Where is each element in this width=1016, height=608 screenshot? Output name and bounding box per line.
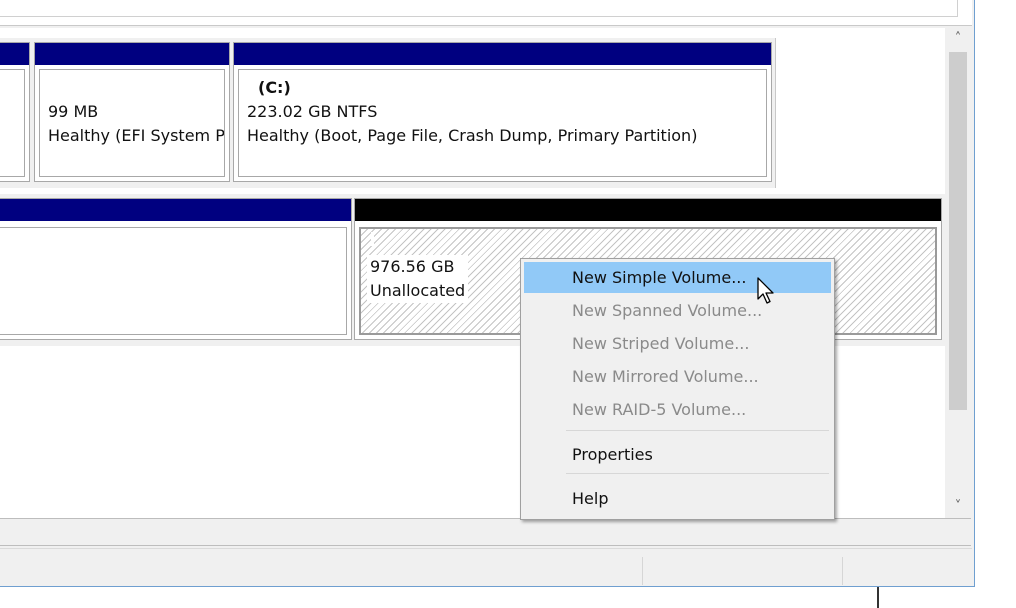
- efi-partition-size: 99 MB: [48, 102, 99, 121]
- partition-body: [0, 227, 347, 335]
- menu-separator: [566, 473, 829, 474]
- efi-partition-block[interactable]: 99 MB Healthy (EFI System Pa: [34, 42, 230, 182]
- screen: 99 MB Healthy (EFI System Pa (C:) 223.02…: [0, 0, 1016, 608]
- unallocated-label-box: 976.56 GB Unallocated: [367, 255, 469, 303]
- partition-body: 99 MB Healthy (EFI System Pa: [39, 69, 225, 177]
- scrollbar-thumb[interactable]: [949, 52, 967, 410]
- efi-partition-status: Healthy (EFI System Pa: [48, 126, 225, 145]
- unallocated-size: 976.56 GB: [370, 257, 455, 276]
- unallocated-context-menu: New Simple Volume... New Spanned Volume.…: [520, 258, 835, 520]
- unallocated-type-bar: [355, 199, 941, 221]
- menu-item-new-striped-volume[interactable]: New Striped Volume...: [524, 328, 831, 359]
- c-partition-status: Healthy (Boot, Page File, Crash Dump, Pr…: [247, 126, 698, 145]
- menu-item-new-spanned-volume[interactable]: New Spanned Volume...: [524, 295, 831, 326]
- partition-body: (C:) 223.02 GB NTFS Healthy (Boot, Page …: [238, 69, 767, 177]
- menu-item-help[interactable]: Help: [524, 483, 831, 514]
- status-bar-divider: [642, 557, 643, 585]
- menu-item-new-mirrored-volume[interactable]: New Mirrored Volume...: [524, 361, 831, 392]
- chevron-up-icon[interactable]: ˄: [945, 28, 971, 50]
- text-caret-mark: [371, 232, 374, 246]
- status-bar-divider: [842, 557, 843, 585]
- unallocated-status: Unallocated: [370, 281, 466, 300]
- partition-body: [0, 69, 25, 177]
- partition-type-bar: [234, 43, 771, 65]
- menu-item-properties[interactable]: Properties: [524, 439, 831, 470]
- disk-0-row: 99 MB Healthy (EFI System Pa (C:) 223.02…: [0, 38, 776, 188]
- recovery-partition-block[interactable]: [0, 42, 30, 182]
- c-partition-block[interactable]: (C:) 223.02 GB NTFS Healthy (Boot, Page …: [233, 42, 772, 182]
- partition-type-bar: [0, 43, 29, 65]
- partition-type-bar: [0, 199, 351, 221]
- volume-list-pane[interactable]: [0, 0, 972, 26]
- volume-list-bottom-edge: [0, 0, 958, 17]
- arrow-pointer-icon: [757, 277, 774, 304]
- c-partition-size: 223.02 GB NTFS: [247, 102, 378, 121]
- horizontal-scrollbar[interactable]: [0, 518, 971, 546]
- vertical-scrollbar[interactable]: ˄ ˅: [945, 28, 971, 518]
- c-partition-label: (C:): [258, 78, 291, 97]
- chevron-down-icon[interactable]: ˅: [945, 496, 971, 518]
- menu-separator: [566, 430, 829, 431]
- partition-type-bar: [35, 43, 229, 65]
- background-window-edge: [877, 587, 879, 608]
- disk-1-partition-block[interactable]: [0, 198, 352, 340]
- menu-item-new-simple-volume[interactable]: New Simple Volume...: [524, 262, 831, 293]
- menu-item-new-raid5-volume[interactable]: New RAID-5 Volume...: [524, 394, 831, 425]
- status-bar: [0, 548, 972, 586]
